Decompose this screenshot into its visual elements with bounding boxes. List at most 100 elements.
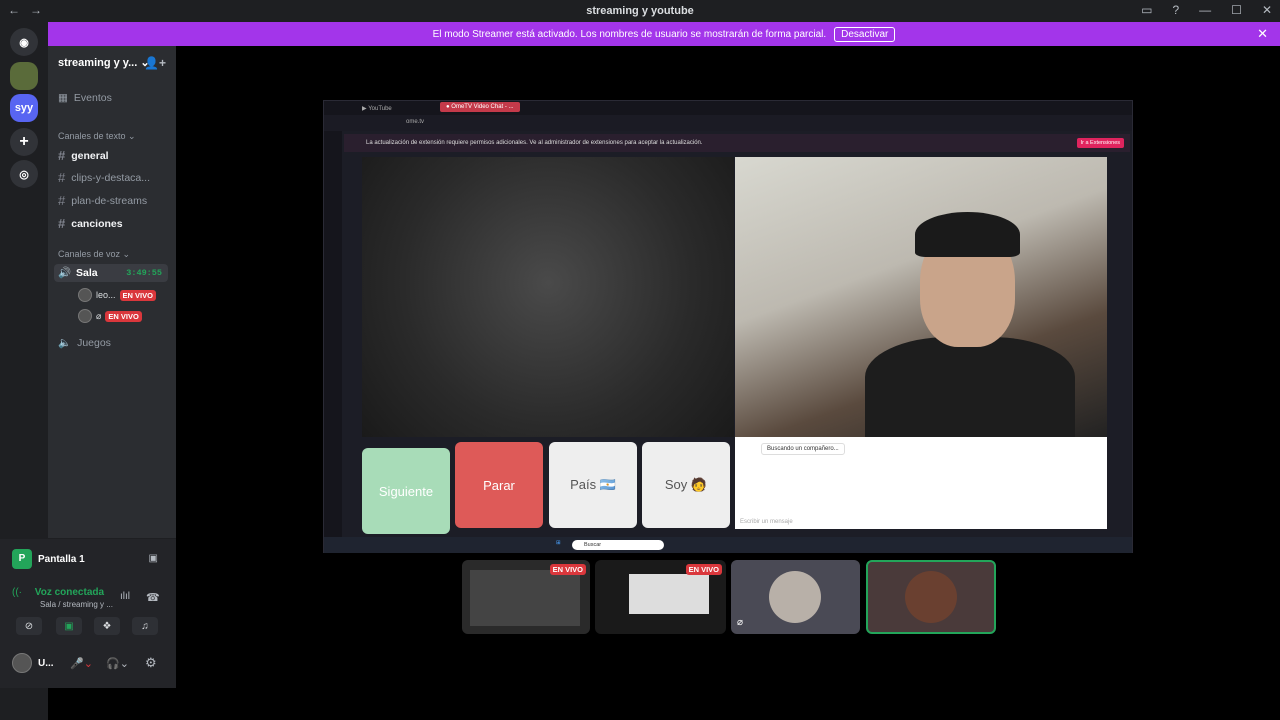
channel-label: clips-y-destaca...: [71, 171, 151, 184]
person-shirt: [865, 337, 1075, 437]
browser-tab-active[interactable]: ● OmeTV Video Chat - ...: [440, 102, 520, 112]
signal-icon: ((·: [12, 587, 22, 598]
channel-plan[interactable]: # plan-de-streams: [58, 193, 147, 208]
screen-share-label: Pantalla 1: [38, 553, 85, 565]
hash-icon: #: [58, 216, 66, 231]
channel-label: plan-de-streams: [71, 194, 148, 207]
invite-icon[interactable]: 👤+: [144, 56, 166, 70]
text-category[interactable]: Canales de texto ⌄: [58, 131, 136, 142]
chat-panel: Buscando un compañero... Escribir un men…: [735, 437, 1107, 529]
live-badge: EN VIVO: [685, 564, 722, 575]
live-badge: EN VIVO: [549, 564, 586, 575]
browser-tab[interactable]: ▶ YouTube: [362, 105, 392, 112]
user-info[interactable]: U...: [12, 653, 54, 673]
muted-mic-icon: ⌀: [96, 310, 102, 321]
avatar: [12, 653, 32, 673]
chat-input[interactable]: Escribir un mensaje: [740, 519, 793, 525]
taskbar-search[interactable]: Buscar: [572, 540, 664, 550]
browser-url[interactable]: ome.tv: [406, 119, 424, 125]
voice-user-name: leo...: [96, 290, 116, 300]
camera-off-button[interactable]: ⊘: [16, 617, 42, 635]
voice-channel-sala[interactable]: 🔊 Sala 3:49:55: [54, 264, 168, 282]
browser-sidebar: [324, 131, 342, 537]
voice-channel-label: Sala: [76, 267, 98, 279]
server-icon-syy[interactable]: syy: [10, 94, 38, 122]
voice-timer: 3:49:55: [126, 268, 162, 278]
speaker-icon: 🔊: [58, 267, 72, 279]
go-extensions-button[interactable]: Ir a Extensiones: [1076, 138, 1124, 148]
camera-off-icon: ⊘: [24, 620, 34, 632]
browser-tab-label: YouTube: [368, 106, 392, 112]
stream-tile[interactable]: EN VIVO: [595, 560, 726, 634]
channel-label: canciones: [71, 217, 123, 230]
user-panel: P Pantalla 1 ▣ ((· Voz conectada Sala / …: [0, 538, 176, 688]
voice-connected-row[interactable]: ((· Voz conectada: [12, 587, 104, 598]
stop-share-icon[interactable]: ▣: [149, 553, 158, 564]
speaker-icon: 🔈: [58, 337, 72, 349]
voice-channel-juegos[interactable]: 🔈 Juegos: [58, 336, 111, 350]
activities-icon: ❖: [102, 620, 112, 632]
channel-canciones[interactable]: # canciones: [58, 216, 123, 231]
voice-category-label: Canales de voz: [58, 249, 121, 259]
window-title: streaming y youtube: [0, 5, 1280, 17]
server-header[interactable]: streaming y y... ⌄ 👤+: [58, 56, 170, 74]
gender-button[interactable]: Soy 🧑: [642, 442, 730, 528]
close-banner-icon[interactable]: ✕: [1257, 26, 1268, 42]
user-tile-speaking[interactable]: [866, 560, 996, 634]
channel-general[interactable]: # general: [58, 148, 109, 163]
channel-label: general: [71, 149, 109, 162]
voice-user[interactable]: leo... EN VIVO: [78, 287, 156, 303]
user-tile[interactable]: ⌀: [731, 560, 860, 634]
inbox-icon[interactable]: ▭: [1141, 3, 1152, 17]
stop-button[interactable]: Parar: [455, 442, 543, 528]
screen-share-row[interactable]: P Pantalla 1: [12, 549, 85, 569]
disable-streamer-button[interactable]: Desactivar: [834, 26, 896, 42]
activities-button[interactable]: ❖: [94, 617, 120, 635]
window-title-text: streaming y youtube: [586, 5, 694, 17]
hash-icon: #: [58, 170, 66, 185]
calendar-icon: ▦: [58, 92, 68, 104]
self-camera-video: [735, 157, 1107, 437]
maximize-icon[interactable]: ☐: [1231, 3, 1242, 17]
screen-share-icon: P: [12, 549, 32, 569]
noise-icon[interactable]: ılıl: [120, 591, 130, 602]
mute-mic-icon[interactable]: 🎤⌄: [70, 657, 93, 670]
live-badge: EN VIVO: [105, 310, 142, 322]
start-icon[interactable]: ⊞: [556, 540, 561, 546]
minimize-icon[interactable]: —: [1199, 3, 1211, 17]
close-window-icon[interactable]: ✕: [1262, 3, 1272, 17]
voice-category[interactable]: Canales de voz ⌄: [58, 249, 130, 260]
person-hair: [915, 212, 1020, 257]
screen-icon: ▣: [64, 620, 74, 632]
voice-status: Voz conectada: [34, 587, 105, 598]
discord-home-icon[interactable]: ◉: [10, 28, 38, 56]
windows-taskbar: ⊞ Buscar: [324, 537, 1132, 553]
screen-share-button[interactable]: ▣: [56, 617, 82, 635]
disconnect-icon[interactable]: ☎: [146, 591, 160, 604]
discover-icon[interactable]: ◎: [10, 160, 38, 188]
channel-clips[interactable]: # clips-y-destaca...: [58, 170, 150, 185]
streamer-mode-banner: El modo Streamer está activado. Los nomb…: [48, 22, 1280, 46]
banner-text: El modo Streamer está activado. Los nomb…: [432, 28, 827, 40]
next-button[interactable]: Siguiente: [362, 448, 450, 534]
shared-screen: ▶ YouTube ● OmeTV Video Chat - ... ome.t…: [323, 100, 1133, 553]
hash-icon: #: [58, 193, 66, 208]
soundboard-button[interactable]: ♫: [132, 617, 158, 635]
stream-preview: [629, 574, 709, 614]
avatar: [78, 309, 92, 323]
help-icon[interactable]: ?: [1172, 3, 1179, 17]
voice-location: Sala / streaming y ...: [40, 600, 113, 609]
stream-tile[interactable]: EN VIVO: [462, 560, 590, 634]
country-button[interactable]: País 🇦🇷: [549, 442, 637, 528]
add-server-icon[interactable]: +: [10, 128, 38, 156]
voice-user[interactable]: ⌀ EN VIVO: [78, 308, 142, 324]
events-item[interactable]: ▦ Eventos: [58, 92, 112, 104]
settings-gear-icon[interactable]: ⚙: [145, 655, 157, 671]
headset-icon[interactable]: 🎧⌄: [106, 657, 129, 670]
stream-preview: [470, 570, 580, 626]
server-syy-label: syy: [14, 102, 34, 114]
partner-video-static: [362, 157, 734, 437]
avatar: [769, 571, 821, 623]
server-icon-avatar[interactable]: [10, 62, 38, 90]
browser-tab-label: OmeTV Video Chat - ...: [451, 104, 514, 110]
